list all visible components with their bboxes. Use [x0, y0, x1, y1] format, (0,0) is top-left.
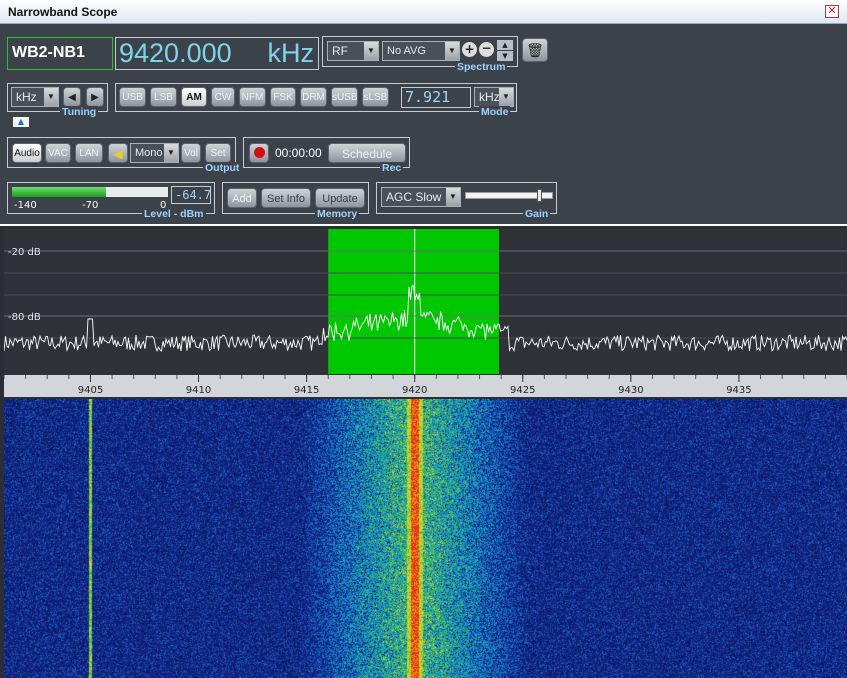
audio-button[interactable]: Audio: [12, 143, 42, 163]
record-icon: [253, 146, 265, 158]
memory-add-button[interactable]: Add: [227, 188, 257, 208]
delete-button[interactable]: 🗑: [522, 38, 548, 62]
spectrum-group: RF ▼ No AVG ▼ + − ▲ ▼ Spectrum: [322, 36, 518, 73]
bandwidth-readout[interactable]: 7.921: [401, 87, 471, 108]
tune-down-button[interactable]: ◀: [63, 87, 81, 107]
gain-group: AGC Slow ▼ Gain: [376, 182, 557, 220]
memory-set-info-button[interactable]: Set Info: [261, 188, 311, 208]
mode-button-am[interactable]: AM: [181, 87, 207, 107]
title-bar: Narrowband Scope ✕: [0, 0, 847, 24]
rec-group-label: Rec: [380, 162, 404, 174]
schedule-button[interactable]: Schedule: [328, 143, 406, 163]
scroll-up-icon[interactable]: ▲: [497, 40, 513, 50]
channel-select[interactable]: Mono ▼: [130, 143, 179, 163]
agc-value: AGC Slow: [386, 190, 442, 204]
memory-update-button[interactable]: Update: [315, 188, 365, 208]
frequency-tick-label: 9410: [186, 385, 211, 396]
chevron-down-icon: ▼: [499, 88, 513, 106]
level-readout: -64.7: [171, 186, 211, 204]
mode-button-slsb[interactable]: sLSB: [362, 87, 389, 107]
station-name: WB2-NB1: [7, 37, 113, 70]
chevron-down-icon: ▼: [44, 88, 58, 106]
frequency-value: 9420.000: [119, 38, 232, 68]
rec-timer: 00:00:00: [275, 146, 322, 160]
zoom-in-icon[interactable]: +: [462, 42, 477, 57]
level-scale-min: -140: [14, 200, 37, 211]
lan-button[interactable]: LAN: [75, 143, 103, 163]
db-label: -20 dB: [8, 247, 41, 258]
frequency-tick-label: 9425: [510, 385, 535, 396]
record-button[interactable]: [249, 143, 269, 163]
waterfall-display[interactable]: [4, 399, 847, 678]
memory-group-label: Memory: [315, 208, 360, 220]
frequency-tick-label: 9420: [402, 385, 427, 396]
speaker-button[interactable]: ◀: [108, 143, 128, 163]
rec-group: 00:00:00 Schedule Rec: [243, 137, 410, 174]
mode-button-drm[interactable]: DRM: [300, 87, 327, 107]
frequency-unit: kHz: [267, 38, 315, 68]
frequency-tick-label: 9415: [294, 385, 319, 396]
waterfall-canvas: [4, 399, 847, 678]
tuning-group-label: Tuning: [60, 106, 99, 118]
vac-button[interactable]: VAC: [45, 143, 71, 163]
trash-icon: 🗑: [526, 42, 544, 58]
mode-button-cw[interactable]: CW: [211, 87, 235, 107]
chevron-down-icon: ▼: [445, 42, 459, 60]
spectrum-plot[interactable]: -20 dB -80 dB 9405 9410 9415 9420 9425 9430 94…: [3, 229, 847, 397]
speaker-icon: ◀: [113, 147, 123, 161]
level-group: -140 -70 0 -64.7 Level - dBm: [7, 182, 215, 220]
tuning-step-value: kHz: [16, 90, 37, 104]
close-icon[interactable]: ✕: [825, 5, 839, 18]
mode-group-label: Mode: [479, 106, 511, 118]
averaging-select[interactable]: No AVG ▼: [382, 41, 460, 61]
tuning-step-select[interactable]: kHz ▼: [11, 87, 59, 107]
gain-group-label: Gain: [523, 208, 551, 220]
averaging-value: No AVG: [387, 45, 426, 57]
tune-up-button[interactable]: ▶: [86, 87, 104, 107]
mode-button-susb[interactable]: sUSB: [331, 87, 358, 107]
level-scale-mid: -70: [82, 200, 99, 211]
spectrum-source-select[interactable]: RF ▼: [327, 41, 379, 61]
arrow-left-icon: ◀: [68, 92, 76, 103]
chevron-down-icon: ▼: [446, 188, 460, 206]
arrow-right-icon: ▶: [91, 92, 99, 103]
chevron-down-icon: ▼: [164, 144, 178, 162]
volume-button[interactable]: Vol: [181, 143, 201, 163]
set-button[interactable]: Set: [205, 143, 231, 163]
scroll-down-icon[interactable]: ▼: [497, 51, 513, 61]
output-group-label: Output: [203, 162, 242, 174]
mode-button-usb[interactable]: USB: [119, 87, 146, 107]
window-title: Narrowband Scope: [8, 5, 118, 19]
output-group: Audio VAC LAN ◀ Mono ▼ Vol Set Output: [7, 137, 242, 174]
zoom-out-icon[interactable]: −: [479, 42, 494, 57]
spectrum-svg: -20 dB -80 dB 9405 9410 9415 9420 9425 9430 94…: [3, 229, 847, 397]
frequency-tick-label: 9405: [78, 385, 103, 396]
chevron-down-icon: ▼: [364, 42, 378, 60]
mode-button-fsk[interactable]: FSK: [270, 87, 296, 107]
frequency-tick-label: 9430: [618, 385, 643, 396]
db-label: -80 dB: [8, 312, 41, 323]
memory-group: Add Set Info Update Memory: [222, 182, 369, 220]
spectrum-group-label: Spectrum: [455, 61, 508, 73]
mode-button-lsb[interactable]: LSB: [150, 87, 177, 107]
frequency-tick-label: 9435: [726, 385, 751, 396]
spectrum-source-value: RF: [332, 44, 348, 58]
mode-button-nfm[interactable]: NFM: [239, 87, 266, 107]
level-group-label: Level - dBm: [142, 208, 206, 220]
channel-value: Mono: [135, 147, 163, 159]
mode-group: USB LSB AM CW NFM FSK DRM sUSB sLSB 7.921 kHz ▼ M…: [115, 83, 517, 118]
gain-slider-thumb[interactable]: [536, 189, 542, 202]
agc-select[interactable]: AGC Slow ▼: [381, 187, 461, 207]
level-meter-fill: [12, 187, 106, 197]
bandwidth-unit-value: kHz: [479, 90, 500, 104]
bandwidth-unit-select[interactable]: kHz ▼: [474, 87, 514, 107]
level-meter: [12, 187, 168, 197]
tuning-group: kHz ▼ ◀ ▶ Tuning: [7, 83, 108, 118]
expand-icon[interactable]: ▲: [13, 117, 29, 127]
control-panel: WB2-NB1 9420.000 kHz RF ▼ No AVG ▼ + − ▲ ▼…: [0, 24, 847, 226]
gain-slider-track[interactable]: [465, 189, 553, 202]
frequency-display[interactable]: 9420.000 kHz: [115, 37, 319, 70]
